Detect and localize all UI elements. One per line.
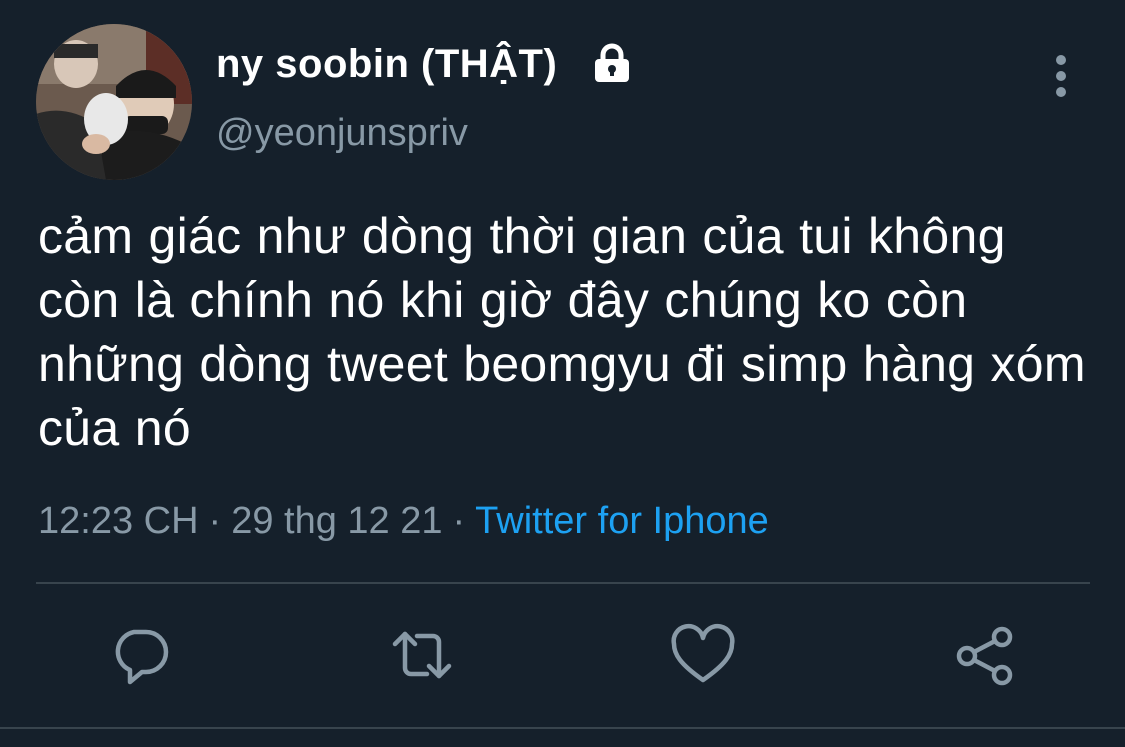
bottom-divider (0, 727, 1125, 729)
user-handle[interactable]: @yeonjunspriv (216, 112, 468, 155)
tweet-text: cảm giác như dòng thời gian của tui khôn… (38, 208, 1086, 456)
tweet-meta: 12:23 CH · 29 thg 12 21 · Twitter for Iphone (38, 500, 769, 543)
avatar[interactable] (36, 24, 192, 180)
heart-icon[interactable] (668, 620, 738, 690)
more-vertical-icon[interactable] (1046, 52, 1076, 100)
divider (36, 582, 1090, 584)
share-icon[interactable] (950, 620, 1020, 690)
tweet-time: 12:23 CH (38, 500, 199, 542)
retweet-icon[interactable] (387, 620, 457, 690)
display-name[interactable]: ny soobin (THẬT) (216, 42, 557, 87)
meta-separator: · (452, 500, 466, 542)
lock-icon (595, 43, 629, 82)
tweet-source-link[interactable]: Twitter for Iphone (475, 500, 769, 542)
meta-separator: · (208, 500, 222, 542)
tweet-date: 29 thg 12 21 (231, 500, 443, 542)
reply-icon[interactable] (106, 620, 176, 690)
